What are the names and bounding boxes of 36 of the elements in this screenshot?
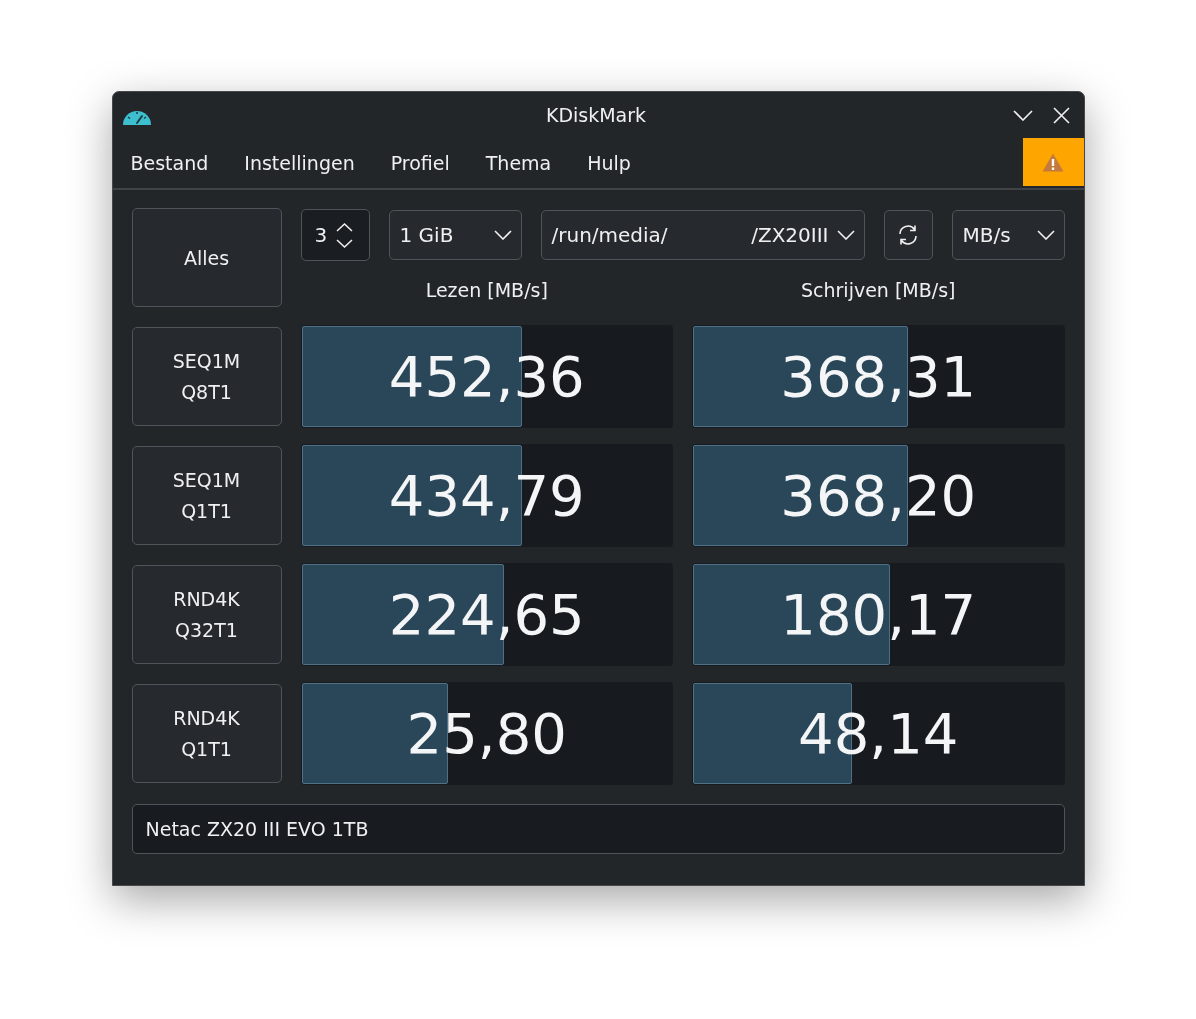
refresh-icon [897,224,919,246]
column-header: Lezen [MB/s] [425,279,548,301]
write-result-value: 180,17 [780,586,977,643]
menu-item[interactable]: Hulp [569,138,649,188]
runs-spinbox[interactable]: 3 [300,209,370,261]
caret-icon [1036,230,1055,240]
warning-icon [1042,152,1064,172]
write-result-value: 48,14 [798,705,959,762]
read-result-value: 452,36 [388,348,585,405]
window-title: KDiskMark [545,104,647,126]
menu-item[interactable]: Bestand [112,138,227,188]
size-dropdown[interactable]: 1 GiB [388,210,522,260]
menu-item[interactable]: Profiel [372,138,468,188]
read-result-value: 224,65 [388,586,585,643]
test-button[interactable]: SEQ1M Q1T1 [131,446,282,545]
menu-item[interactable]: Instellingen [226,138,373,188]
menu-item[interactable]: Thema [467,138,570,188]
read-result-value: 25,80 [406,705,567,762]
close-icon[interactable] [1052,106,1070,124]
chevron-down-icon[interactable] [336,238,354,248]
write-result-value: 368,31 [780,348,977,405]
test-button[interactable]: RND4K Q1T1 [131,684,282,783]
caret-icon [836,230,855,240]
refresh-button[interactable] [883,210,933,260]
chevron-up-icon[interactable] [336,222,354,232]
test-button[interactable]: SEQ1M Q8T1 [131,327,282,426]
write-result-value: 368,20 [780,467,977,524]
minimize-icon[interactable] [1012,109,1033,121]
run-all-button[interactable]: Alles [131,208,282,307]
column-header: Schrijven [MB/s] [801,279,956,301]
read-result-value: 434,79 [388,467,585,524]
comment-field[interactable]: Netac ZX20 III EVO 1TB [131,804,1065,854]
unit-dropdown[interactable]: MB/s [951,210,1065,260]
caret-icon [493,230,512,240]
directory-dropdown[interactable]: /run/media/ /ZX20III [540,210,865,260]
test-button[interactable]: RND4K Q32T1 [131,565,282,664]
